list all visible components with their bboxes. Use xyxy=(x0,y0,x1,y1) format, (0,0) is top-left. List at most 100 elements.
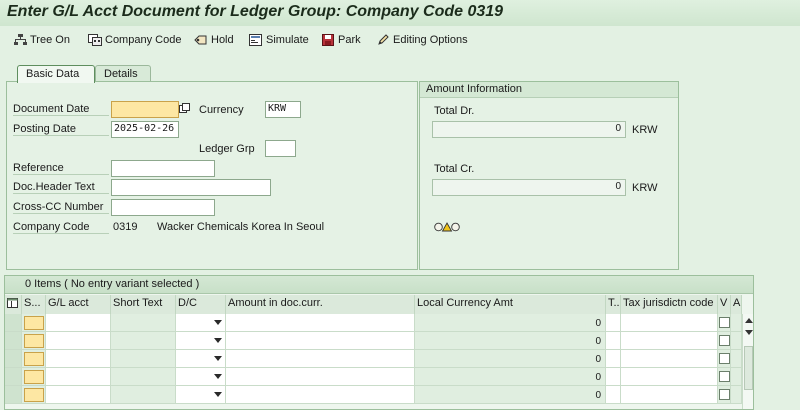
total-debit-label: Total Dr. xyxy=(434,105,475,117)
scroll-down-icon[interactable] xyxy=(745,330,753,335)
title-bar: Enter G/L Acct Document for Ledger Group… xyxy=(0,0,800,26)
col-v[interactable]: V xyxy=(718,295,731,314)
v-cell[interactable] xyxy=(718,368,731,386)
checkbox[interactable] xyxy=(719,389,730,400)
pencil-icon xyxy=(377,34,390,46)
tax-jurisdiction-cell[interactable] xyxy=(621,386,718,404)
company-code-button[interactable]: Company Code xyxy=(88,32,181,48)
row-selector[interactable] xyxy=(5,332,22,350)
tax-code-cell[interactable] xyxy=(606,314,621,332)
simulate-button[interactable]: Simulate xyxy=(249,32,309,48)
cross-cc-number-field[interactable] xyxy=(111,199,215,216)
status-cell[interactable] xyxy=(22,368,46,386)
vertical-scrollbar[interactable] xyxy=(742,314,753,409)
col-tax-code[interactable]: T... xyxy=(606,295,621,314)
tree-on-label: Tree On xyxy=(30,34,70,46)
a-cell[interactable] xyxy=(731,314,742,332)
amount-information-header: Amount Information xyxy=(420,82,678,98)
amount-doc-cell[interactable] xyxy=(226,350,415,368)
editing-options-button[interactable]: Editing Options xyxy=(377,32,468,48)
amount-doc-cell[interactable] xyxy=(226,314,415,332)
debit-credit-dropdown[interactable] xyxy=(176,350,226,368)
v-cell[interactable] xyxy=(718,314,731,332)
hold-button[interactable]: Hold xyxy=(194,32,234,48)
checkbox[interactable] xyxy=(719,371,730,382)
v-cell[interactable] xyxy=(718,386,731,404)
doc-header-text-field[interactable] xyxy=(111,179,271,196)
tax-jurisdiction-cell[interactable] xyxy=(621,332,718,350)
chevron-down-icon xyxy=(214,356,222,361)
total-credit-currency: KRW xyxy=(632,182,658,194)
amount-doc-cell[interactable] xyxy=(226,332,415,350)
editing-options-label: Editing Options xyxy=(393,34,468,46)
scroll-thumb[interactable] xyxy=(744,346,753,390)
document-date-field[interactable] xyxy=(111,101,179,118)
scroll-up-icon[interactable] xyxy=(745,318,753,323)
col-short-text[interactable]: Short Text xyxy=(111,295,176,314)
a-cell[interactable] xyxy=(731,386,742,404)
status-cell[interactable] xyxy=(22,350,46,368)
local-amount-cell: 0 xyxy=(415,386,606,404)
status-cell[interactable] xyxy=(22,332,46,350)
debit-credit-dropdown[interactable] xyxy=(176,332,226,350)
gl-account-cell[interactable] xyxy=(46,368,111,386)
local-amount-cell: 0 xyxy=(415,350,606,368)
a-cell[interactable] xyxy=(731,350,742,368)
col-tax-jurisdiction[interactable]: Tax jurisdictn code xyxy=(621,295,718,314)
row-selector[interactable] xyxy=(5,314,22,332)
required-marker xyxy=(24,370,44,384)
gl-account-cell[interactable] xyxy=(46,332,111,350)
col-status[interactable]: S... xyxy=(22,295,46,314)
row-selector[interactable] xyxy=(5,350,22,368)
col-a[interactable]: A xyxy=(731,295,742,314)
tax-jurisdiction-cell[interactable] xyxy=(621,314,718,332)
a-cell[interactable] xyxy=(731,368,742,386)
tab-basic-data[interactable]: Basic Data xyxy=(17,65,95,83)
col-debit-credit[interactable]: D/C xyxy=(176,295,226,314)
tax-code-cell[interactable] xyxy=(606,350,621,368)
tax-jurisdiction-cell[interactable] xyxy=(621,368,718,386)
currency-field[interactable]: KRW xyxy=(265,101,301,118)
tax-code-cell[interactable] xyxy=(606,368,621,386)
required-marker xyxy=(24,388,44,402)
tree-on-button[interactable]: Tree On xyxy=(14,32,70,48)
basic-data-panel: Document Date Currency KRW Posting Date … xyxy=(6,81,418,270)
v-cell[interactable] xyxy=(718,350,731,368)
short-text-cell xyxy=(111,386,176,404)
calendar-help-icon[interactable] xyxy=(179,103,190,114)
amount-doc-cell[interactable] xyxy=(226,368,415,386)
short-text-cell xyxy=(111,332,176,350)
row-selector[interactable] xyxy=(5,368,22,386)
checkbox[interactable] xyxy=(719,317,730,328)
row-selector[interactable] xyxy=(5,386,22,404)
ledger-grp-field[interactable] xyxy=(265,140,296,157)
a-cell[interactable] xyxy=(731,332,742,350)
reference-field[interactable] xyxy=(111,160,215,177)
gl-account-cell[interactable] xyxy=(46,350,111,368)
debit-credit-dropdown[interactable] xyxy=(176,314,226,332)
debit-credit-dropdown[interactable] xyxy=(176,386,226,404)
posting-date-field[interactable]: 2025-02-26 xyxy=(111,121,179,138)
col-gl-account[interactable]: G/L acct xyxy=(46,295,111,314)
status-cell[interactable] xyxy=(22,314,46,332)
tab-details[interactable]: Details xyxy=(95,65,151,82)
tax-code-cell[interactable] xyxy=(606,386,621,404)
col-local-currency-amount[interactable]: Local Currency Amt xyxy=(415,295,606,314)
tax-code-cell[interactable] xyxy=(606,332,621,350)
checkbox[interactable] xyxy=(719,335,730,346)
gl-account-cell[interactable] xyxy=(46,386,111,404)
checkbox[interactable] xyxy=(719,353,730,364)
total-debit-currency: KRW xyxy=(632,124,658,136)
total-debit-field: 0 xyxy=(432,121,626,138)
gl-account-cell[interactable] xyxy=(46,314,111,332)
status-cell[interactable] xyxy=(22,386,46,404)
col-amount-doc-currency[interactable]: Amount in doc.curr. xyxy=(226,295,415,314)
v-cell[interactable] xyxy=(718,332,731,350)
debit-credit-dropdown[interactable] xyxy=(176,368,226,386)
table-settings-button[interactable] xyxy=(5,295,22,314)
posting-date-label: Posting Date xyxy=(13,123,109,136)
tax-jurisdiction-cell[interactable] xyxy=(621,350,718,368)
amount-doc-cell[interactable] xyxy=(226,386,415,404)
amount-information-panel: Amount Information Total Dr. 0 KRW Total… xyxy=(419,81,679,270)
park-button[interactable]: Park xyxy=(322,32,361,48)
